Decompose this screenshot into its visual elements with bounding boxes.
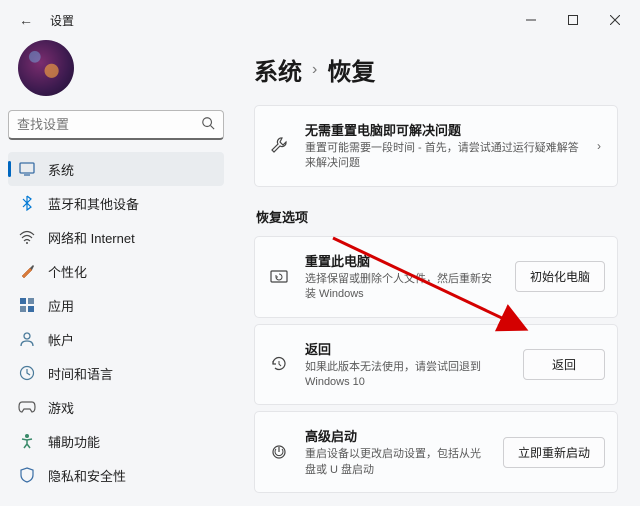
system-icon	[18, 160, 36, 178]
gaming-icon	[18, 398, 36, 416]
chevron-right-icon: ›	[593, 139, 605, 153]
sidebar-item-label: 帐户	[48, 330, 74, 349]
search-box[interactable]	[8, 110, 224, 140]
sidebar-item-accessibility[interactable]: 辅助功能	[8, 424, 224, 458]
sidebar-item-label: 个性化	[48, 262, 87, 281]
sidebar-item-label: 游戏	[48, 398, 74, 417]
reset-icon	[267, 267, 291, 287]
sidebar-item-privacy[interactable]: 隐私和安全性	[8, 458, 224, 492]
section-title: 恢复选项	[256, 207, 618, 226]
sidebar-item-gaming[interactable]: 游戏	[8, 390, 224, 424]
history-icon	[267, 354, 291, 374]
sidebar-item-bluetooth[interactable]: 蓝牙和其他设备	[8, 186, 224, 220]
power-icon	[267, 442, 291, 462]
option-title: 重置此电脑	[305, 251, 501, 270]
sidebar-item-apps[interactable]: 应用	[8, 288, 224, 322]
option-title: 返回	[305, 339, 509, 358]
sidebar-item-label: 时间和语言	[48, 364, 113, 383]
apps-icon	[18, 296, 36, 314]
advanced-startup-card: 高级启动 重启设备以更改启动设置，包括从光盘或 U 盘启动 立即重新启动	[254, 411, 618, 493]
breadcrumb-parent[interactable]: 系统	[254, 52, 302, 87]
go-back-button[interactable]: 返回	[523, 349, 605, 380]
option-desc: 重启设备以更改启动设置，包括从光盘或 U 盘启动	[305, 447, 489, 478]
avatar[interactable]	[18, 40, 74, 96]
sidebar-item-personalization[interactable]: 个性化	[8, 254, 224, 288]
option-title: 高级启动	[305, 426, 489, 445]
banner-desc: 重置可能需要一段时间 - 首先，请尝试通过运行疑难解答来解决问题	[305, 141, 579, 172]
wrench-icon	[267, 136, 291, 156]
sidebar-item-label: 辅助功能	[48, 432, 100, 451]
back-button[interactable]: ←	[16, 12, 36, 28]
time-icon	[18, 364, 36, 382]
search-icon	[201, 116, 215, 133]
sidebar-item-accounts[interactable]: 帐户	[8, 322, 224, 356]
banner-title: 无需重置电脑即可解决问题	[305, 120, 579, 139]
restart-now-button[interactable]: 立即重新启动	[503, 437, 605, 468]
sidebar-item-label: 蓝牙和其他设备	[48, 194, 139, 213]
sidebar-item-update[interactable]: Windows 更新	[8, 492, 224, 498]
troubleshoot-banner[interactable]: 无需重置电脑即可解决问题 重置可能需要一段时间 - 首先，请尝试通过运行疑难解答…	[254, 105, 618, 187]
brush-icon	[18, 262, 36, 280]
sidebar-item-label: 应用	[48, 296, 74, 315]
sidebar-item-network[interactable]: 网络和 Internet	[8, 220, 224, 254]
accessibility-icon	[18, 432, 36, 450]
shield-icon	[18, 466, 36, 484]
maximize-button[interactable]	[552, 5, 594, 35]
option-desc: 选择保留或删除个人文件，然后重新安装 Windows	[305, 272, 501, 303]
option-desc: 如果此版本无法使用，请尝试回退到 Windows 10	[305, 360, 509, 391]
breadcrumb-current: 恢复	[327, 52, 375, 87]
network-icon	[18, 228, 36, 246]
sidebar-item-time-language[interactable]: 时间和语言	[8, 356, 224, 390]
accounts-icon	[18, 330, 36, 348]
sidebar-item-label: 系统	[48, 160, 74, 179]
reset-pc-card: 重置此电脑 选择保留或删除个人文件，然后重新安装 Windows 初始化电脑	[254, 236, 618, 318]
go-back-card: 返回 如果此版本无法使用，请尝试回退到 Windows 10 返回	[254, 324, 618, 406]
bluetooth-icon	[18, 194, 36, 212]
search-input[interactable]	[17, 117, 201, 132]
sidebar-item-system[interactable]: 系统	[8, 152, 224, 186]
reset-pc-button[interactable]: 初始化电脑	[515, 261, 605, 292]
breadcrumb: 系统 › 恢复	[254, 52, 618, 87]
close-button[interactable]	[594, 5, 636, 35]
chevron-right-icon: ›	[312, 61, 317, 79]
sidebar-item-label: 网络和 Internet	[48, 228, 135, 247]
sidebar-item-label: 隐私和安全性	[48, 466, 126, 485]
minimize-button[interactable]	[510, 5, 552, 35]
window-title: 设置	[50, 12, 74, 29]
